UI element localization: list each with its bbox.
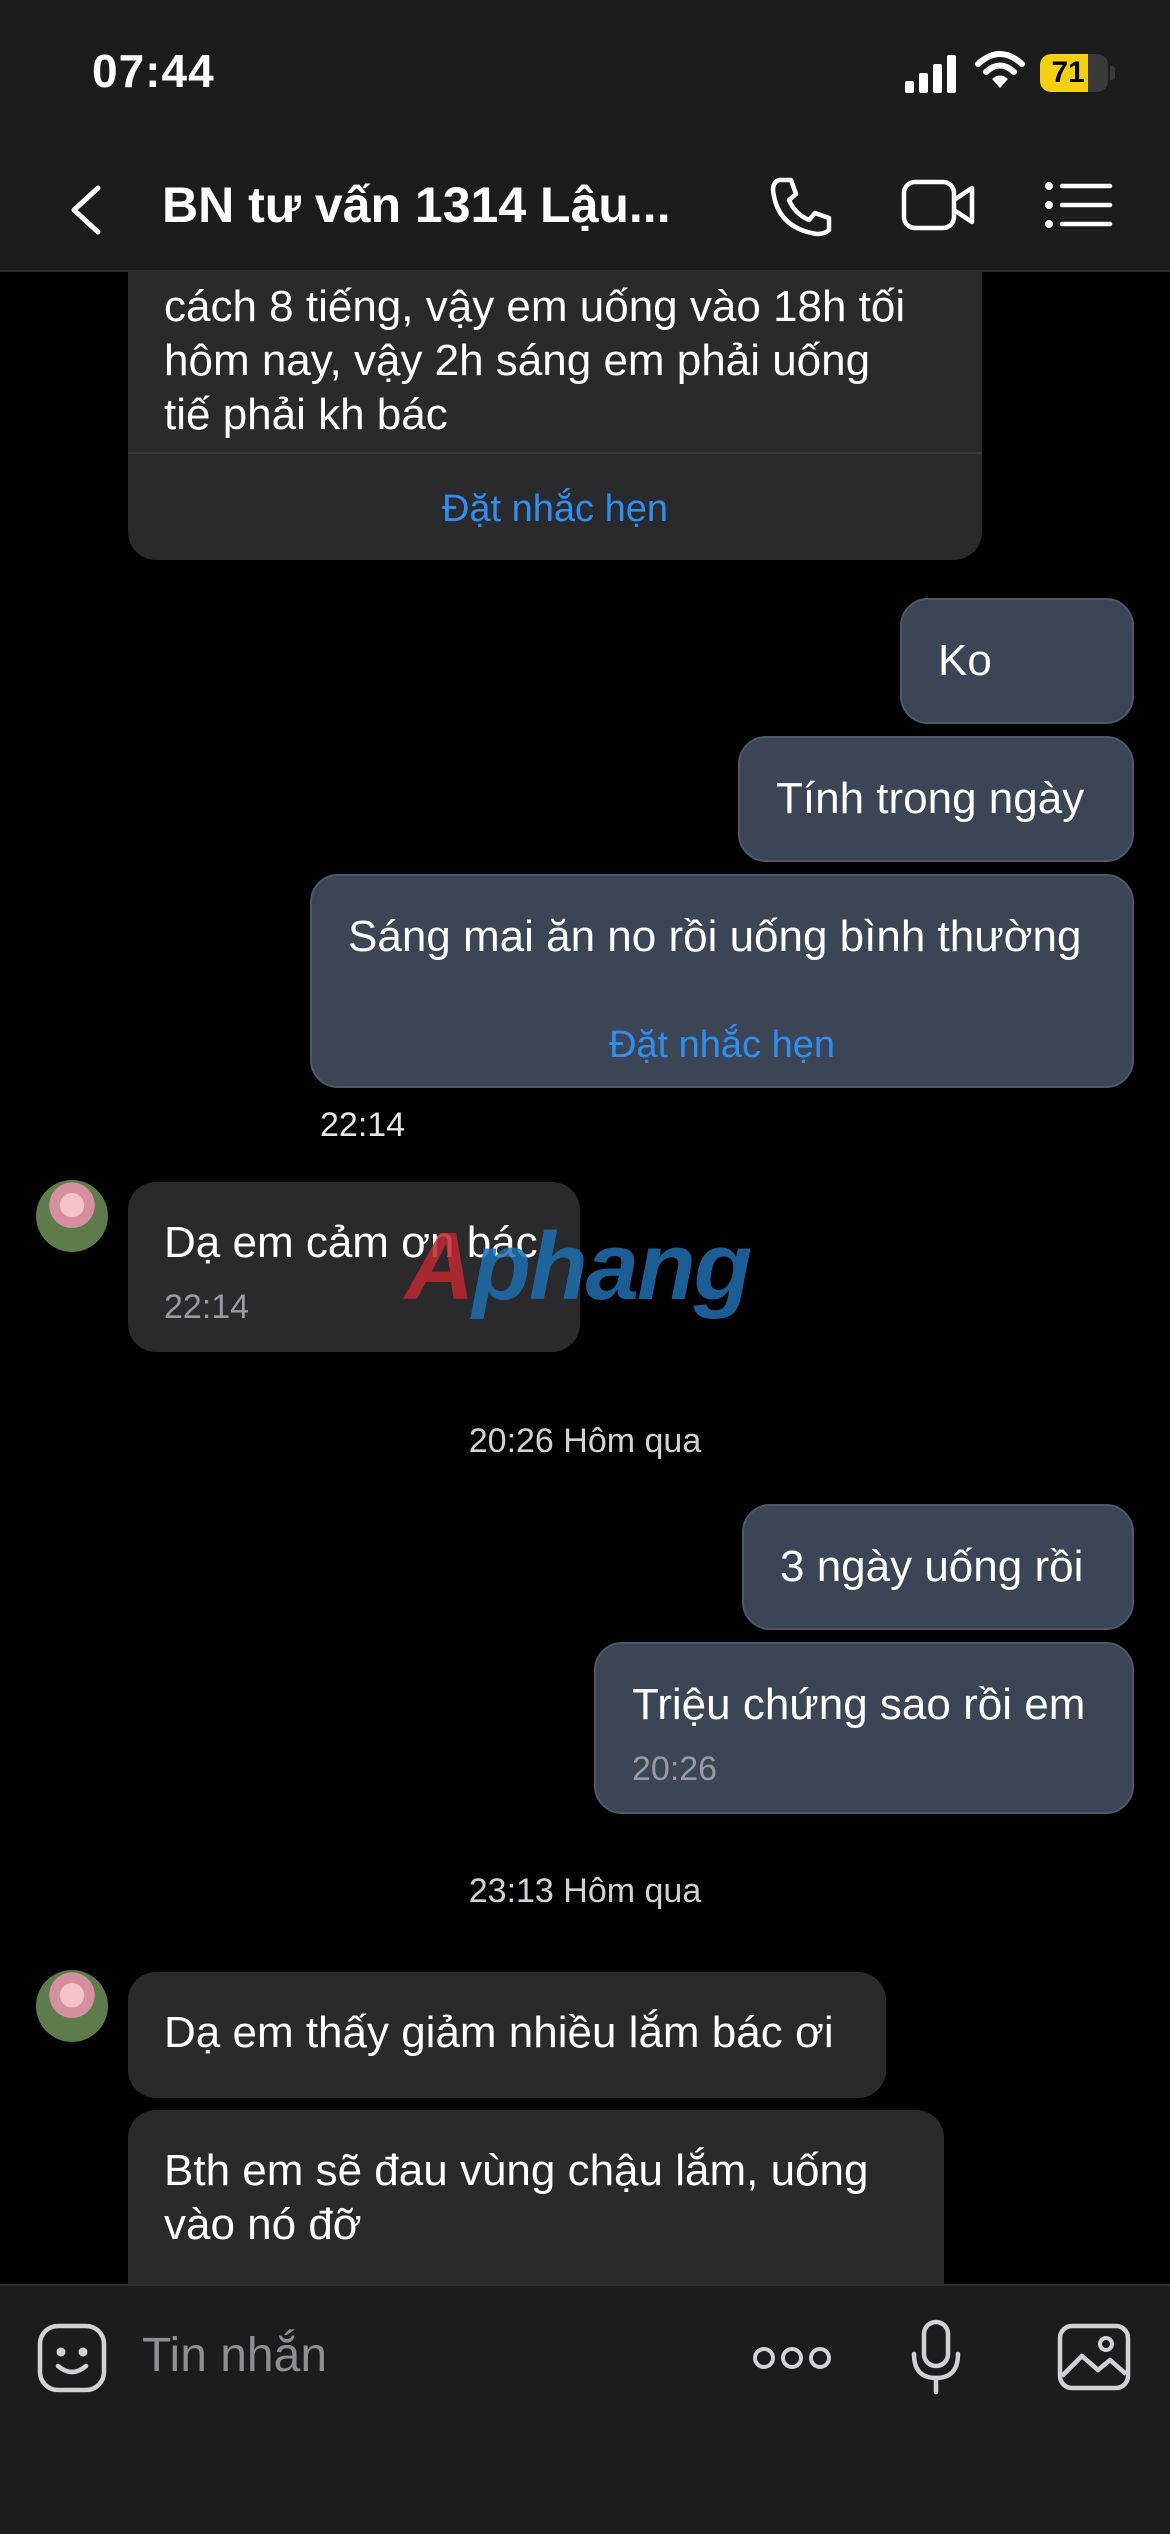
cellular-signal-icon (905, 55, 957, 93)
outgoing-message[interactable]: 3 ngày uống rồi (742, 1504, 1134, 1630)
image-icon[interactable] (1056, 2322, 1132, 2392)
incoming-message[interactable]: cách 8 tiếng, vậy em uống vào 18h tối hô… (128, 272, 982, 560)
message-text: Tính trong ngày (776, 774, 1085, 823)
message-text: Dạ em thấy giảm nhiều lắm bác ơi (164, 2008, 834, 2057)
avatar[interactable] (36, 1970, 108, 2042)
date-separator: 20:26 Hôm qua (468, 1422, 702, 1460)
chat-title[interactable]: BN tư vấn 1314 Lậu... (162, 176, 702, 234)
avatar[interactable] (36, 1180, 108, 1252)
chevron-left-icon[interactable] (60, 180, 120, 240)
message-line: Bth em sẽ đau vùng chậu lắm, uống (164, 2146, 869, 2195)
message-text: Sáng mai ăn no rồi uống bình thường (348, 912, 1082, 961)
message-line: tiế phải kh bác (164, 390, 448, 439)
set-reminder-link[interactable]: Đặt nhắc hẹn (128, 482, 982, 536)
battery-icon: 71 (1040, 54, 1108, 92)
incoming-message[interactable]: Bth em sẽ đau vùng chậu lắm, uống vào nó… (128, 2110, 944, 2284)
sticker-icon[interactable] (36, 2322, 108, 2394)
microphone-icon[interactable] (908, 2318, 964, 2398)
outgoing-message[interactable]: Tính trong ngày (738, 736, 1134, 862)
chat-header: BN tư vấn 1314 Lậu... (0, 140, 1170, 272)
bubble-divider (128, 452, 982, 454)
status-bar: 07:44 71 (0, 0, 1170, 140)
message-time: 20:26 (632, 1750, 718, 1788)
phone-icon[interactable] (765, 172, 841, 238)
list-menu-icon[interactable] (1040, 172, 1116, 238)
message-line: vào nó đỡ (164, 2200, 362, 2249)
message-text: Ko (938, 636, 992, 685)
status-time: 07:44 (92, 45, 215, 97)
outgoing-message[interactable]: Sáng mai ăn no rồi uống bình thường Đặt … (310, 874, 1134, 1088)
message-text: Triệu chứng sao rồi em (632, 1680, 1086, 1729)
watermark-logo: Aphang (405, 1213, 752, 1320)
message-text: 3 ngày uống rồi (780, 1542, 1084, 1591)
more-icon[interactable] (750, 2338, 834, 2378)
outgoing-message[interactable]: Triệu chứng sao rồi em 20:26 (594, 1642, 1134, 1814)
battery-percentage: 71 (1051, 56, 1085, 89)
message-line: hôm nay, vậy 2h sáng em phải uống (164, 336, 871, 385)
date-separator: 23:13 Hôm qua (468, 1872, 702, 1910)
message-input[interactable]: Tin nhắn (142, 2328, 327, 2383)
video-icon[interactable] (900, 172, 976, 238)
incoming-message[interactable]: Dạ em thấy giảm nhiều lắm bác ơi (128, 1972, 886, 2098)
outgoing-message[interactable]: Ko (900, 598, 1134, 724)
message-composer: Tin nhắn (0, 2284, 1170, 2534)
wifi-icon (975, 51, 1025, 88)
battery-tip (1110, 66, 1115, 80)
message-time: 22:14 (320, 1106, 406, 1144)
message-list[interactable]: cách 8 tiếng, vậy em uống vào 18h tối hô… (0, 272, 1170, 2284)
message-line: cách 8 tiếng, vậy em uống vào 18h tối (164, 282, 906, 331)
set-reminder-link[interactable]: Đặt nhắc hẹn (312, 1018, 1132, 1072)
